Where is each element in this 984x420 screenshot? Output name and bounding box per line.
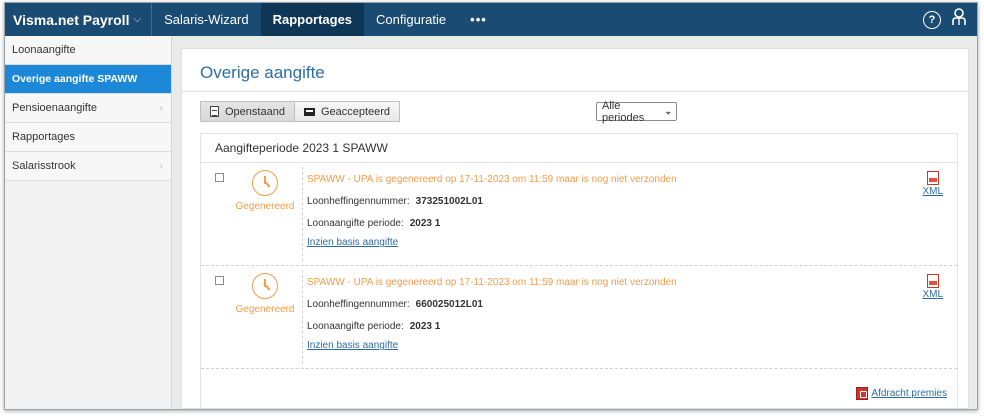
footer-link-label[interactable]: Afdracht premies [871,388,947,399]
user-icon[interactable] [951,8,967,31]
status-indicator: Gegenereerd [235,273,295,315]
sidebar-item-label: Loonaangifte [12,44,76,56]
nav-configuratie[interactable]: Configuratie [364,3,458,36]
divider [182,91,968,92]
divider [302,167,303,261]
lhn-value: 373251002L01 [415,196,483,207]
status-message: SPAWW - UPA is gegenereerd op 17-11-2023… [307,174,677,185]
lhn-row: Loonheffingennummer: 373251002L01 [307,196,887,207]
sidebar-item-overige-aangifte-spaww[interactable]: Overige aangifte SPAWW [5,65,171,94]
page-title: Overige aangifte [200,63,325,82]
help-icon[interactable]: ? [923,10,941,29]
entry-details: SPAWW - UPA is gegenereerd op 17-11-2023… [307,277,887,351]
panel-header: Aangifteperiode 2023 1 SPAWW [201,134,957,163]
list-item: Gegenereerd SPAWW - UPA is gegenereerd o… [201,163,957,266]
main-content: Overige aangifte Openstaand Geaccepteerd… [181,48,969,409]
nav-rapportages[interactable]: Rapportages [260,3,365,36]
view-declaration-link[interactable]: Inzien basis aangifte [307,340,398,351]
app-window: Visma.net Payroll ⌵ Salaris-Wizard Rappo… [4,2,978,410]
chevron-down-icon: ⌄ [664,106,672,116]
xml-file-icon [926,171,939,185]
clock-icon [252,170,278,196]
status-message: SPAWW - UPA is gegenereerd op 17-11-2023… [307,277,677,288]
tab-geaccepteerd[interactable]: Geaccepteerd [294,101,401,122]
nav-more-menu[interactable]: ••• [458,3,499,36]
tab-label: Geaccepteerd [320,105,391,118]
sidebar-item-loonaangifte[interactable]: Loonaangifte [5,36,171,65]
chevron-right-icon: › [159,102,163,114]
lhn-row: Loonheffingennummer: 660025012L01 [307,299,887,310]
sidebar-item-pensioenaangifte[interactable]: Pensioenaangifte › [5,94,171,123]
chevron-down-icon: ⌵ [133,14,142,25]
period-select[interactable]: Alle periodes ⌄ [596,99,677,124]
chevron-right-icon: › [159,160,163,172]
nav-salaris-wizard[interactable]: Salaris-Wizard [152,3,261,36]
period-row: Loonaangifte periode: 2023 1 [307,321,887,332]
period-value: 2023 1 [409,321,441,332]
xml-link[interactable]: XML [922,289,943,300]
select-checkbox[interactable] [215,276,224,285]
sidebar-item-label: Rapportages [12,131,75,143]
tab-label: Openstaand [225,105,285,118]
declaration-panel: Aangifteperiode 2023 1 SPAWW Gegenereerd… [200,133,958,408]
sidebar-item-label: Pensioenaangifte [12,102,98,114]
status-label: Gegenereerd [235,304,295,315]
select-checkbox[interactable] [215,173,224,182]
entry-details: SPAWW - UPA is gegenereerd op 17-11-2023… [307,174,887,248]
divider [302,270,303,364]
status-label: Gegenereerd [235,201,295,212]
pdf-icon [856,387,869,400]
period-label: Loonaangifte periode: [307,321,404,332]
top-navigation: Visma.net Payroll ⌵ Salaris-Wizard Rappo… [5,3,977,36]
brand-label: Visma.net Payroll [13,11,130,28]
list-item: Gegenereerd SPAWW - UPA is gegenereerd o… [201,266,957,369]
lhn-value: 660025012L01 [415,299,483,310]
xml-link[interactable]: XML [922,186,943,197]
document-icon [210,106,219,117]
xml-download[interactable]: XML [922,171,943,197]
sidebar-item-rapportages[interactable]: Rapportages [5,123,171,152]
afdracht-premies-link[interactable]: Afdracht premies [856,387,947,400]
sidebar-item-label: Salarisstrook [12,160,76,172]
view-declaration-link[interactable]: Inzien basis aangifte [307,237,398,248]
sidebar: Loonaangifte Overige aangifte SPAWW Pens… [5,36,172,409]
sidebar-item-salarisstrook[interactable]: Salarisstrook › [5,152,171,181]
xml-file-icon [926,274,939,288]
clock-icon [252,273,278,299]
period-value: 2023 1 [409,218,441,229]
sidebar-item-label: Overige aangifte SPAWW [12,73,138,85]
period-select-value: Alle periodes [602,99,645,124]
app-switcher[interactable]: Visma.net Payroll ⌵ [5,3,153,36]
period-label: Loonaangifte periode: [307,218,404,229]
inbox-icon [303,107,315,116]
tab-openstaand[interactable]: Openstaand [200,101,295,122]
status-tabs: Openstaand Geaccepteerd [200,101,401,122]
lhn-label: Loonheffingennummer: [307,299,410,310]
lhn-label: Loonheffingennummer: [307,196,410,207]
xml-download[interactable]: XML [922,274,943,300]
period-row: Loonaangifte periode: 2023 1 [307,218,887,229]
status-indicator: Gegenereerd [235,170,295,212]
